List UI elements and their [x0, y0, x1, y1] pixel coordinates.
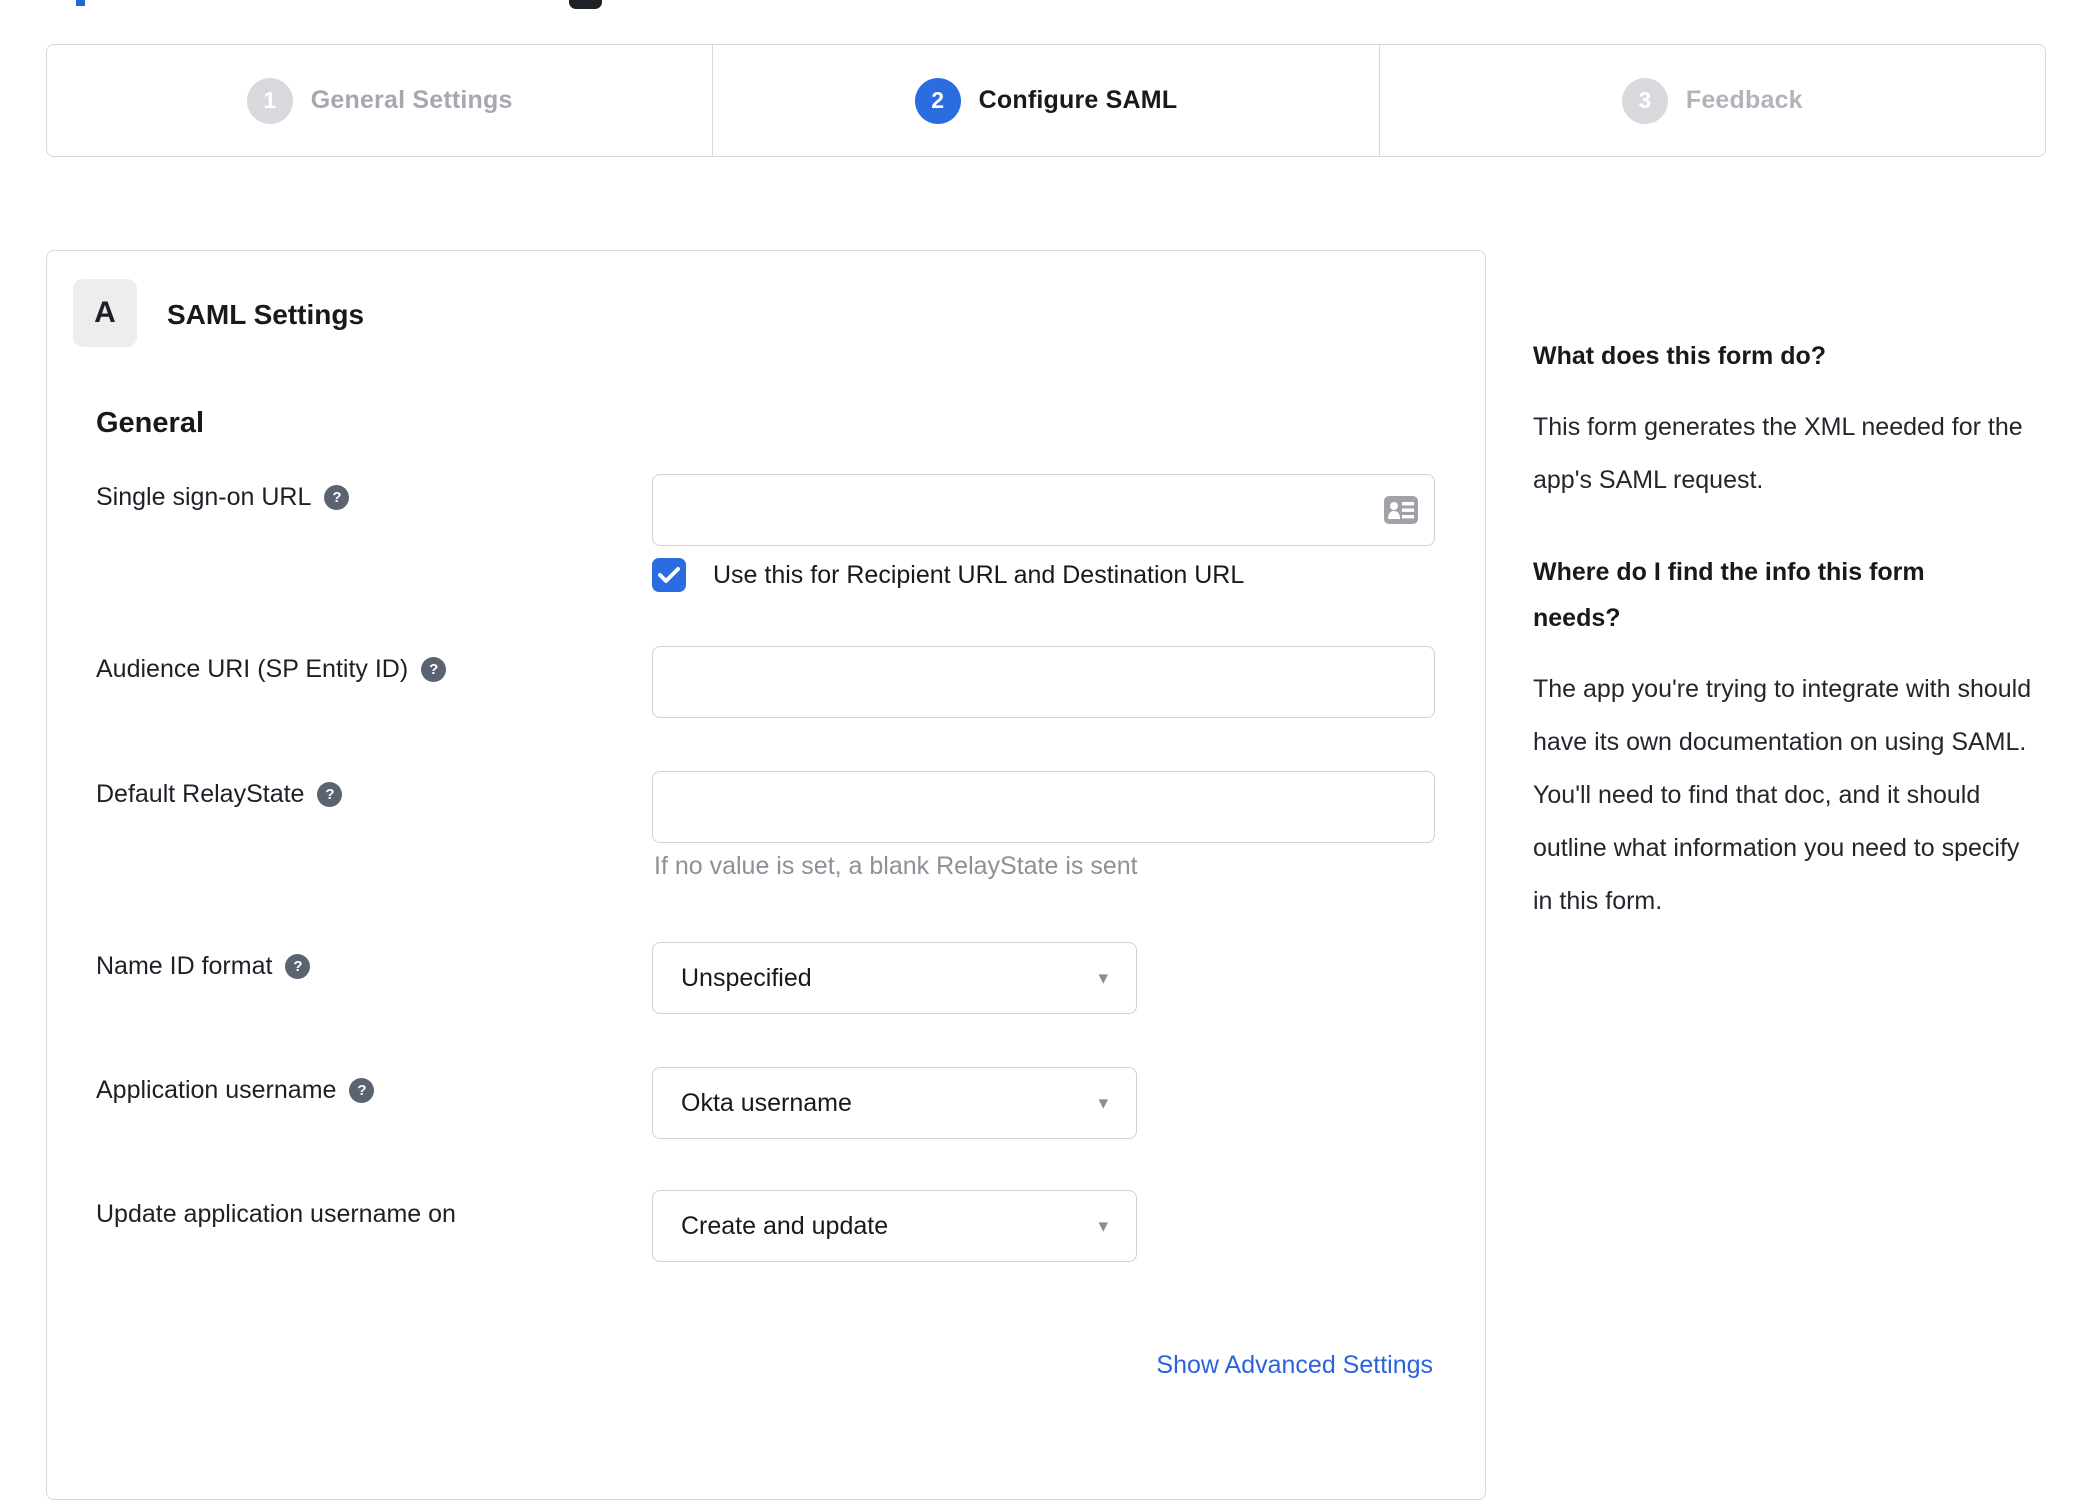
- recipient-destination-checkbox-label[interactable]: Use this for Recipient URL and Destinati…: [713, 561, 1244, 590]
- application-username-label-text: Application username: [96, 1076, 337, 1104]
- help-icon[interactable]: ?: [317, 782, 343, 807]
- step-configure-saml[interactable]: 2 Configure SAML: [712, 45, 1378, 156]
- help-icon[interactable]: ?: [324, 485, 350, 510]
- recipient-destination-checkbox[interactable]: [652, 558, 686, 592]
- name-id-format-select[interactable]: Unspecified ▾: [652, 942, 1137, 1014]
- help-sidebar: What does this form do? This form genera…: [1533, 333, 2045, 928]
- cutoff-title-fragment: [569, 0, 602, 9]
- wizard-stepper: 1 General Settings 2 Configure SAML 3 Fe…: [46, 44, 2046, 157]
- section-a-badge: A: [73, 279, 137, 347]
- step-general-settings[interactable]: 1 General Settings: [47, 45, 712, 156]
- step-label: Feedback: [1685, 86, 1803, 114]
- help-icon[interactable]: ?: [349, 1078, 375, 1103]
- show-advanced-settings-link[interactable]: Show Advanced Settings: [1156, 1351, 1433, 1380]
- help-icon[interactable]: ?: [421, 657, 447, 682]
- step-label: Configure SAML: [978, 86, 1178, 114]
- relay-state-input-wrap: [652, 771, 1435, 843]
- step-feedback[interactable]: 3 Feedback: [1378, 45, 2045, 156]
- chevron-down-icon: ▾: [1098, 1092, 1108, 1114]
- sidebar-para-where: The app you're trying to integrate with …: [1533, 675, 2032, 915]
- sidebar-heading-what: What does this form do?: [1533, 342, 1827, 370]
- update-username-value: Create and update: [681, 1211, 889, 1240]
- relay-state-label: Default RelayState ?: [96, 780, 343, 809]
- relay-state-hint: If no value is set, a blank RelayState i…: [654, 852, 1138, 880]
- application-username-value: Okta username: [681, 1088, 852, 1117]
- update-username-label-text: Update application username on: [96, 1200, 456, 1228]
- application-username-label: Application username ?: [96, 1076, 375, 1105]
- cutoff-accent-fragment: [76, 0, 85, 6]
- relay-state-label-text: Default RelayState: [96, 780, 305, 808]
- audience-uri-input[interactable]: [652, 646, 1435, 718]
- general-group-heading: General: [96, 407, 204, 439]
- checkmark-icon: [658, 567, 680, 583]
- sso-url-label-text: Single sign-on URL: [96, 483, 312, 511]
- step-number-badge: 3: [1621, 77, 1668, 124]
- chevron-down-icon: ▾: [1098, 1215, 1108, 1237]
- name-id-format-label-text: Name ID format: [96, 952, 273, 980]
- saml-settings-panel: A SAML Settings General Single sign-on U…: [46, 250, 1486, 1500]
- sso-url-input[interactable]: [652, 474, 1435, 546]
- name-id-format-value: Unspecified: [681, 963, 812, 992]
- sidebar-heading-where: Where do I find the info this form needs…: [1533, 558, 1925, 632]
- step-number-badge: 1: [246, 77, 293, 124]
- audience-uri-label: Audience URI (SP Entity ID) ?: [96, 655, 447, 684]
- help-icon[interactable]: ?: [285, 954, 311, 979]
- section-title: SAML Settings: [167, 299, 365, 330]
- name-id-format-label: Name ID format ?: [96, 952, 311, 981]
- chevron-down-icon: ▾: [1098, 967, 1108, 989]
- sidebar-para-what: This form generates the XML needed for t…: [1533, 413, 2023, 494]
- update-username-label: Update application username on: [96, 1200, 456, 1229]
- sso-url-input-wrap: [652, 474, 1435, 546]
- step-number-badge: 2: [914, 77, 961, 124]
- relay-state-input[interactable]: [652, 771, 1435, 843]
- contact-card-icon[interactable]: [1384, 494, 1418, 526]
- application-username-select[interactable]: Okta username ▾: [652, 1067, 1137, 1139]
- audience-uri-input-wrap: [652, 646, 1435, 718]
- update-username-select[interactable]: Create and update ▾: [652, 1190, 1137, 1262]
- step-label: General Settings: [310, 86, 513, 114]
- audience-uri-label-text: Audience URI (SP Entity ID): [96, 655, 409, 683]
- sso-url-label: Single sign-on URL ?: [96, 483, 350, 512]
